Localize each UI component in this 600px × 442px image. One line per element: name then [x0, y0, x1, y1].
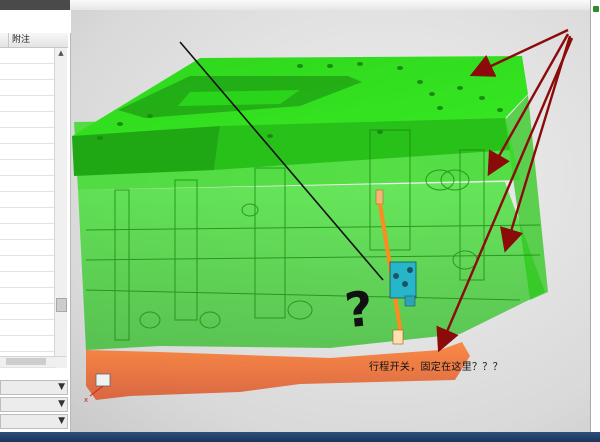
- taskbar: [0, 432, 600, 442]
- panel-indicator-icon[interactable]: [593, 6, 599, 12]
- right-panel-edge: [590, 0, 600, 432]
- mold-assembly-drawing: x ?: [72, 28, 574, 404]
- question-mark: ?: [342, 281, 376, 340]
- svg-text:x: x: [84, 396, 88, 404]
- annotation-text: 行程开关，固定在这里？？？: [369, 362, 503, 373]
